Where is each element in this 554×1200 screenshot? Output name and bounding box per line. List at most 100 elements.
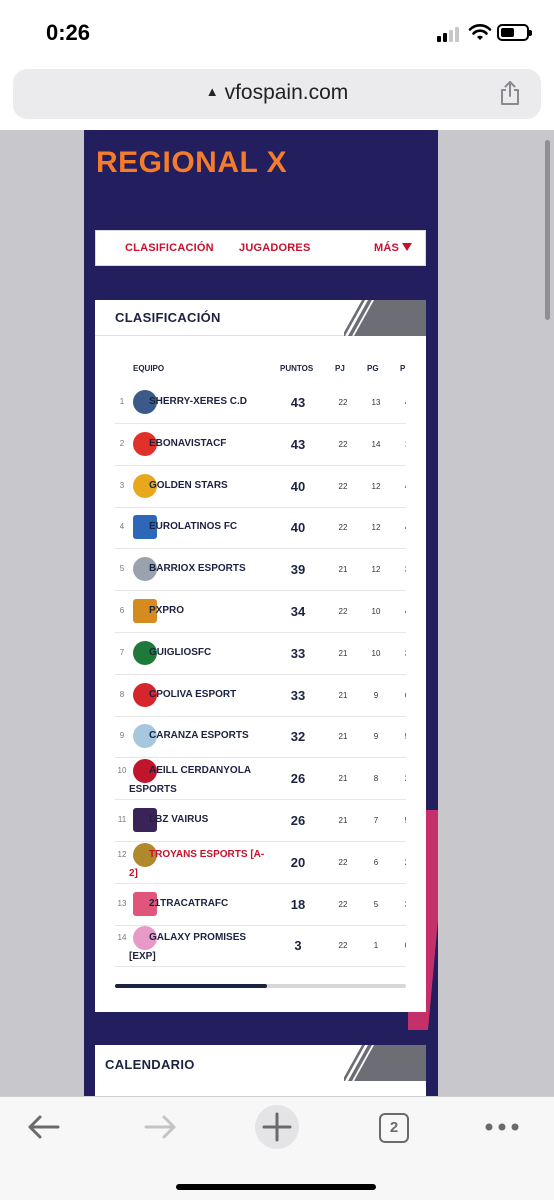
table-row[interactable]: 8 CPOLIVA ESPORT 33 21 9 6 <box>115 675 406 717</box>
column-header-pj: PJ <box>335 364 345 373</box>
team-pg: 12 <box>371 565 381 575</box>
team-p: 2 <box>396 774 406 783</box>
table-row[interactable]: 14GALAXY PROMISES [EXP] 3 22 1 0 <box>115 925 406 967</box>
team-name[interactable]: BARRIOX ESPORTS <box>129 559 269 578</box>
team-points: 39 <box>290 562 306 578</box>
table-row[interactable]: 4 EUROLATINOS FC 40 22 12 4 <box>115 507 406 550</box>
team-name[interactable]: 21TRACATRAFC <box>129 894 269 913</box>
league-title: REGIONAL X <box>96 146 288 179</box>
team-pg: 13 <box>371 398 381 407</box>
team-p: 6 <box>396 691 406 700</box>
row-position: 14 <box>117 933 127 943</box>
status-time: 0:26 <box>46 20 91 45</box>
row-position: 4 <box>119 522 125 532</box>
standings-header: CLASIFICACIÓN <box>95 300 426 336</box>
column-header-team: EQUIPO <box>133 364 165 373</box>
header-stripes-decoration <box>344 300 426 336</box>
team-name[interactable]: LBZ VAIRUS <box>129 810 269 829</box>
team-name[interactable]: CARANZA ESPORTS <box>129 726 269 745</box>
table-row[interactable]: 2 EBONAVISTACF 43 22 14 1 <box>115 424 406 466</box>
team-pg: 12 <box>371 523 381 533</box>
row-position: 1 <box>119 397 125 406</box>
wifi-icon <box>468 24 492 40</box>
tab-mas[interactable]: MÁS <box>374 242 413 254</box>
share-icon[interactable] <box>499 80 521 106</box>
new-tab-plus-icon[interactable] <box>253 1103 301 1151</box>
table-horizontal-scrollbar[interactable] <box>115 984 406 988</box>
row-position: 10 <box>117 766 127 776</box>
column-header-p: P <box>400 364 406 373</box>
team-name[interactable]: GOLDEN STARS <box>129 476 269 495</box>
table-row[interactable]: 3 GOLDEN STARS 40 22 12 4 <box>115 466 406 508</box>
team-pg: 12 <box>371 481 381 491</box>
team-pg: 8 <box>373 774 379 784</box>
row-position: 8 <box>119 689 125 699</box>
team-pj: 22 <box>338 523 348 533</box>
tab-clasificacion[interactable]: CLASIFICACIÓN <box>125 242 214 254</box>
row-position: 11 <box>117 815 127 824</box>
tab-jugadores[interactable]: JUGADORES <box>239 242 310 254</box>
team-points: 40 <box>290 478 306 494</box>
team-pg: 9 <box>373 690 379 700</box>
table-row[interactable]: 12TROYANS ESPORTS [A-2] 20 22 6 2 <box>115 842 406 884</box>
row-position: 5 <box>119 564 125 574</box>
team-pj: 21 <box>338 732 348 742</box>
page-scrollbar[interactable] <box>545 140 550 320</box>
row-position: 2 <box>119 438 125 448</box>
team-pj: 22 <box>338 941 348 951</box>
standings-card: CLASIFICACIÓN EQUIPO PUNTOS PJ PG P 1 SHE… <box>95 300 426 1012</box>
team-points: 43 <box>290 436 306 452</box>
address-bar[interactable]: ▲ vfospain.com <box>13 69 541 119</box>
table-row[interactable]: 6 PXPRO 34 22 10 4 <box>115 591 406 633</box>
team-name[interactable]: EUROLATINOS FC <box>129 517 269 536</box>
team-name[interactable]: AEILL CERDANYOLA ESPORTS <box>129 761 269 799</box>
team-pg: 9 <box>373 732 379 742</box>
team-name[interactable]: PXPRO <box>129 601 269 620</box>
team-points: 3 <box>294 938 302 954</box>
team-pg: 1 <box>373 941 379 951</box>
calendar-card: CALENDARIO <box>95 1045 426 1096</box>
team-pg: 10 <box>371 607 381 616</box>
team-p: 4 <box>396 607 406 616</box>
table-row[interactable]: 7 GUIGLIOSFC 33 21 10 3 <box>115 633 406 675</box>
table-row[interactable]: 5 BARRIOX ESPORTS 39 21 12 3 <box>115 549 406 592</box>
url-display[interactable]: ▲ vfospain.com <box>13 81 541 105</box>
team-name[interactable]: CPOLIVA ESPORT <box>129 685 269 704</box>
home-indicator[interactable] <box>176 1184 376 1190</box>
back-arrow-icon[interactable] <box>20 1109 68 1145</box>
team-name[interactable]: EBONAVISTACF <box>129 434 269 453</box>
team-name[interactable]: GALAXY PROMISES [EXP] <box>129 928 269 966</box>
team-pg: 5 <box>373 899 379 909</box>
team-p: 5 <box>396 732 406 741</box>
team-name[interactable]: GUIGLIOSFC <box>129 643 269 662</box>
row-position: 13 <box>117 898 127 908</box>
team-pj: 22 <box>338 899 348 909</box>
table-row[interactable]: 10AEILL CERDANYOLA ESPORTS 26 21 8 2 <box>115 758 406 801</box>
team-pg: 10 <box>371 648 381 658</box>
calendar-title: CALENDARIO <box>105 1057 195 1072</box>
row-position: 6 <box>119 606 125 615</box>
team-name[interactable]: SHERRY-XERES C.D <box>129 392 269 411</box>
team-p: 0 <box>396 941 406 950</box>
tabs-switcher-button[interactable]: 2 <box>367 1109 415 1145</box>
team-pg: 6 <box>373 857 379 867</box>
team-p: 3 <box>396 900 406 909</box>
table-row[interactable]: 1 SHERRY-XERES C.D 43 22 13 4 <box>115 382 406 424</box>
team-pj: 21 <box>338 774 348 784</box>
standings-table[interactable]: EQUIPO PUNTOS PJ PG P 1 SHERRY-XERES C.D 4… <box>115 352 406 967</box>
team-points: 26 <box>290 771 306 787</box>
table-row[interactable]: 11LBZ VAIRUS 26 21 7 5 <box>115 800 406 842</box>
team-p: 4 <box>396 523 406 532</box>
section-tabs: CLASIFICACIÓN JUGADORES MÁS <box>95 230 426 266</box>
team-pj: 21 <box>338 690 348 700</box>
table-scroll-thumb[interactable] <box>115 984 267 988</box>
team-points: 34 <box>290 604 306 619</box>
calendar-stripes-decoration <box>344 1045 426 1081</box>
table-row[interactable]: 9 CARANZA ESPORTS 32 21 9 5 <box>115 716 406 759</box>
team-name[interactable]: TROYANS ESPORTS [A-2] <box>129 845 269 883</box>
forward-arrow-icon[interactable] <box>136 1109 184 1145</box>
team-points: 26 <box>290 813 306 828</box>
page-viewport[interactable]: REGIONAL X CLASIFICACIÓN JUGADORES MÁS C… <box>0 130 554 1096</box>
table-row[interactable]: 1321TRACATRAFC 18 22 5 3 <box>115 884 406 926</box>
more-options-icon[interactable] <box>478 1109 526 1145</box>
